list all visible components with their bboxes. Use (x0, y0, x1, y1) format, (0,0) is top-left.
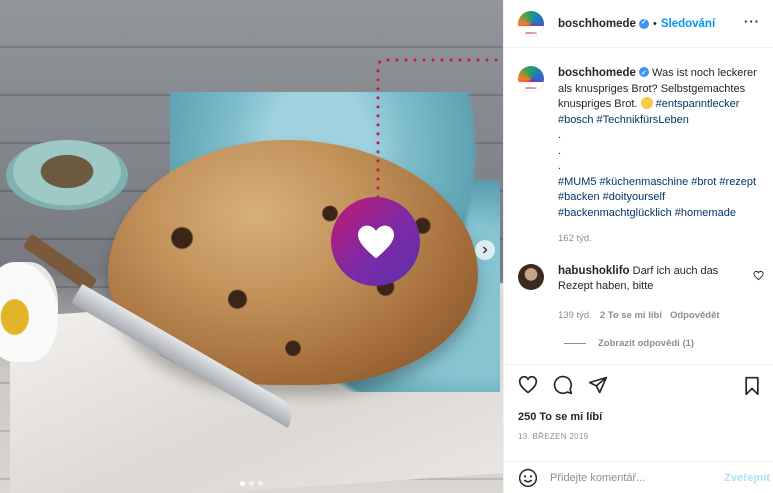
carousel-dot (249, 481, 254, 486)
caption-dot: . (558, 144, 562, 157)
comment-item: habushoklifo Darf ich auch das Rezept ha… (518, 264, 768, 294)
verified-badge-icon (638, 66, 649, 82)
heart-icon (357, 225, 394, 258)
hashtag-block[interactable]: #MUM5 #küchenmaschine #brot #rezept #bac… (558, 176, 756, 219)
bookmark-icon[interactable] (742, 376, 762, 396)
comment-bubble-icon[interactable] (553, 375, 573, 395)
replies-divider-line (564, 343, 586, 344)
post-actions (504, 364, 773, 404)
view-replies-button[interactable]: Zobrazit odpovědi (1) (564, 338, 694, 349)
like-heart-icon[interactable] (518, 375, 538, 395)
share-paper-plane-icon[interactable] (588, 375, 608, 395)
bosch-heart-logo (331, 197, 420, 286)
caption-time[interactable]: 162 týd. (558, 231, 766, 247)
view-replies-label: Zobrazit odpovědi (1) (598, 338, 695, 349)
add-comment-bar: Zveřejnit (504, 461, 773, 493)
caption-dot: . (558, 129, 562, 141)
avatar-brand-text: BOSCH (525, 30, 537, 35)
dotted-line-decoration (376, 58, 503, 198)
hashtag-link[interactable]: #entspanntlecker (656, 98, 740, 110)
emoji-picker-icon[interactable] (518, 468, 538, 488)
hashtag-line[interactable]: #bosch #TechnikfürsLeben (558, 114, 689, 126)
separator-dot: • (652, 17, 657, 30)
comment-body: habushoklifo Darf ich auch das Rezept ha… (558, 264, 748, 294)
commenter-username-link[interactable]: habushoklifo (558, 265, 630, 277)
comment-time[interactable]: 139 týd. (558, 310, 592, 321)
post-side-panel: BOSCH boschhomede • Sledování ··· BOSCH … (503, 0, 773, 493)
oil-bowl (0, 262, 58, 362)
avatar[interactable]: BOSCH (518, 66, 544, 92)
like-comment-icon[interactable] (753, 270, 764, 281)
carousel-next-button[interactable] (475, 240, 495, 260)
avatar-brand-text: BOSCH (525, 86, 537, 90)
reply-button[interactable]: Odpovědět (670, 310, 720, 321)
smiley-emoji-icon (640, 97, 653, 109)
post-comment-button[interactable]: Zveřejnit (724, 472, 770, 484)
username-link[interactable]: boschhomede (558, 18, 636, 30)
post-caption: BOSCH boschhomede Was ist noch leckerer … (518, 66, 768, 247)
post-date[interactable]: 13. BŘEZEN 2019 (518, 432, 588, 441)
likes-count[interactable]: 250 To se mi líbí (518, 411, 602, 423)
follow-button[interactable]: Sledování (661, 18, 715, 30)
caption-body: boschhomede Was ist noch leckerer als kn… (558, 66, 766, 247)
carousel-dot (258, 481, 263, 486)
chevron-right-icon (483, 246, 488, 254)
carousel-indicator (240, 481, 263, 486)
caption-dot: . (558, 160, 562, 172)
post-photo[interactable] (0, 0, 503, 493)
more-options-icon[interactable]: ··· (744, 14, 760, 29)
verified-badge-icon (638, 18, 649, 29)
caption-username-link[interactable]: boschhomede (558, 67, 636, 79)
comment-input[interactable] (550, 471, 710, 484)
seed-bowl (6, 140, 128, 210)
post-header: BOSCH boschhomede • Sledování ··· (504, 0, 773, 48)
carousel-dot (240, 481, 245, 486)
avatar[interactable]: BOSCH (518, 10, 544, 37)
comment-meta: 139 týd. 2 To se mi líbí Odpovědět (558, 310, 720, 321)
commenter-avatar[interactable] (518, 264, 544, 290)
comment-likes-link[interactable]: 2 To se mi líbí (600, 310, 662, 321)
